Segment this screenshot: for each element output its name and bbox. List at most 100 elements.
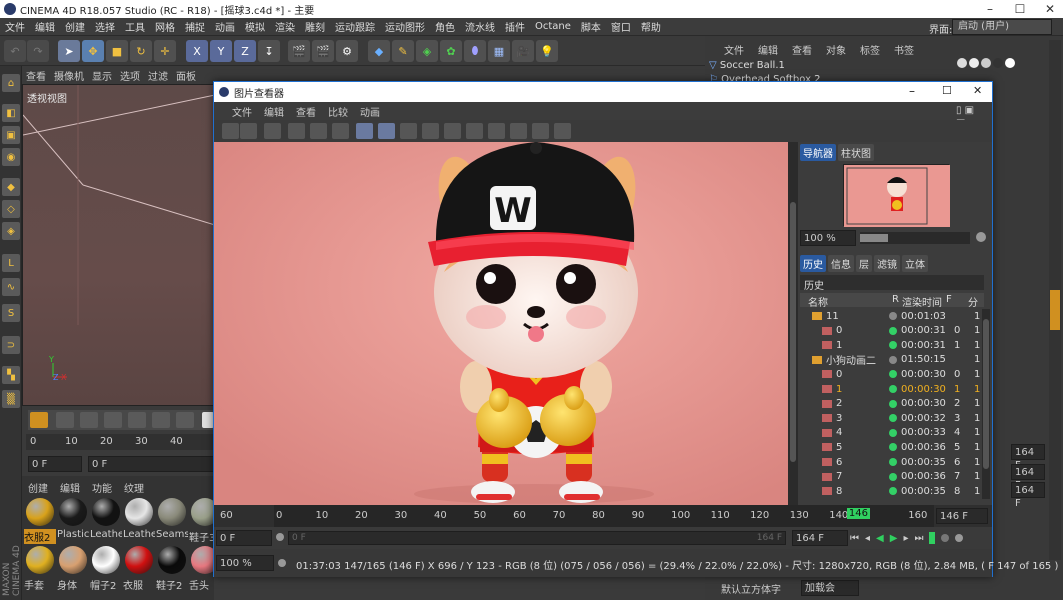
pv-end-frame-field[interactable]: 164 F <box>792 530 848 546</box>
history-tab[interactable]: 滤镜 <box>874 255 900 272</box>
object-menu-item[interactable]: 标签 <box>853 42 887 57</box>
zoom-slider[interactable] <box>860 232 970 244</box>
material-tag-icon[interactable] <box>969 58 979 68</box>
next-key-icon[interactable]: ▸ <box>903 533 908 544</box>
menu-item-16[interactable]: Octane <box>530 21 576 32</box>
maximize-icon[interactable]: ☐ <box>1005 0 1035 18</box>
a-icon[interactable] <box>466 123 483 139</box>
close-icon[interactable]: ✕ <box>1035 0 1063 18</box>
menu-item-14[interactable]: 流水线 <box>460 19 500 34</box>
pv-menu-item[interactable]: 动画 <box>354 104 386 119</box>
pv-minimize-icon[interactable]: – <box>909 84 915 98</box>
pv-close-icon[interactable]: ✕ <box>973 84 982 97</box>
previous-key-icon[interactable]: ◂ <box>865 533 870 544</box>
rotate-icon[interactable]: ↻ <box>130 40 152 62</box>
material-tag-icon[interactable] <box>1005 58 1015 68</box>
menu-item-8[interactable]: 模拟 <box>240 19 270 34</box>
minimize-icon[interactable]: – <box>975 0 1005 18</box>
end-frame-field[interactable]: 164 F <box>1011 444 1045 471</box>
copy-icon[interactable] <box>264 123 281 139</box>
object-menu-item[interactable]: 查看 <box>785 42 819 57</box>
menu-item-18[interactable]: 窗口 <box>606 19 636 34</box>
viewport-menu-item[interactable]: 选项 <box>116 68 144 83</box>
array-icon[interactable]: ✿ <box>440 40 462 62</box>
ruler-end-field[interactable]: 146 F <box>936 508 988 524</box>
material-swatch[interactable] <box>92 498 120 526</box>
compare-b-icon[interactable] <box>532 123 549 139</box>
object-menu-item[interactable]: 编辑 <box>751 42 785 57</box>
menu-item-12[interactable]: 运动图形 <box>380 19 430 34</box>
ab-compare-icon[interactable] <box>310 123 327 139</box>
texture-mode-icon[interactable]: ▣ <box>2 126 20 144</box>
max-frame-field[interactable]: 164 F <box>1011 482 1045 509</box>
x-axis-icon[interactable]: X <box>186 40 208 62</box>
frame-range-slider[interactable]: 0 F <box>88 456 214 472</box>
load-select[interactable]: 加载会 <box>801 580 859 596</box>
key-select-icon[interactable] <box>104 412 122 428</box>
pv-zoom-field[interactable]: 100 % <box>216 555 274 571</box>
deformer-icon[interactable]: ⬮ <box>464 40 486 62</box>
y-axis-icon[interactable]: Y <box>210 40 232 62</box>
history-row[interactable]: 小狗动画二 01:50:15 1 <box>802 353 980 367</box>
key-rotation-icon[interactable] <box>152 412 170 428</box>
keyframe-icon[interactable] <box>30 412 48 428</box>
b-icon[interactable] <box>488 123 505 139</box>
pv-maximize-icon[interactable]: ☐ <box>942 84 952 97</box>
sound-icon[interactable] <box>941 534 950 542</box>
pen-icon[interactable]: ✎ <box>392 40 414 62</box>
menu-item-5[interactable]: 网格 <box>150 19 180 34</box>
pv-frame-ruler[interactable]: 60 0 10 20 30 40 50 60 70 80 90 100 110 120 130 140 160 1… <box>214 505 992 527</box>
snap-icon[interactable]: S <box>2 304 20 322</box>
coordinate-icon[interactable]: ↧ <box>258 40 280 62</box>
swap-icon[interactable] <box>332 123 349 139</box>
menu-item-7[interactable]: 动画 <box>210 19 240 34</box>
timeline-ruler[interactable]: 0 10 20 30 40 <box>26 434 214 450</box>
tweak-icon[interactable]: ∿ <box>2 278 20 296</box>
select-icon[interactable]: ➤ <box>58 40 80 62</box>
scale-icon[interactable]: ■ <box>106 40 128 62</box>
menu-item-17[interactable]: 脚本 <box>576 19 606 34</box>
perspective-viewport[interactable]: 透视视图 Y Z X <box>22 84 215 406</box>
navigator-thumbnail[interactable] <box>843 164 950 227</box>
menu-item-4[interactable]: 工具 <box>120 19 150 34</box>
history-row[interactable]: 8 00:00:35 8 1 <box>802 484 980 498</box>
render-view-icon[interactable]: 🎬 <box>288 40 310 62</box>
undo-icon[interactable]: ↶ <box>4 40 26 62</box>
history-row[interactable]: 2 00:00:30 2 1 <box>802 397 980 411</box>
material-menu-item[interactable]: 功能 <box>86 480 118 495</box>
material-tag-icon[interactable] <box>993 58 1003 68</box>
material-swatch[interactable] <box>59 546 87 574</box>
render-picture-viewer-icon[interactable]: 🎬 <box>312 40 334 62</box>
history-tab[interactable]: 信息 <box>828 255 854 272</box>
material-swatch[interactable] <box>92 546 120 574</box>
lock-icon[interactable]: ▚ <box>2 366 20 384</box>
history-row[interactable]: 1 00:00:30 1 1 <box>802 382 980 396</box>
layout-select[interactable]: 启动 (用户) <box>952 19 1052 35</box>
floor-icon[interactable]: ▦ <box>488 40 510 62</box>
material-swatch[interactable] <box>26 546 54 574</box>
zoom-slider-handle-icon[interactable] <box>976 232 986 242</box>
render-settings-icon[interactable]: ⚙ <box>336 40 358 62</box>
key-position-icon[interactable] <box>128 412 146 428</box>
menu-item-3[interactable]: 选择 <box>90 19 120 34</box>
subdivision-icon[interactable]: ◈ <box>416 40 438 62</box>
history-scrollbar[interactable] <box>982 309 990 499</box>
history-row[interactable]: 7 00:00:36 7 1 <box>802 470 980 484</box>
menu-item-19[interactable]: 帮助 <box>636 19 666 34</box>
auto-key-icon[interactable] <box>80 412 98 428</box>
start-frame-toggle-icon[interactable] <box>276 533 284 541</box>
pv-start-frame-field[interactable]: 0 F <box>216 530 272 546</box>
history-row[interactable]: 5 00:00:36 5 1 <box>802 440 980 454</box>
render-region-icon[interactable] <box>288 123 305 139</box>
material-tag-icon[interactable] <box>957 58 967 68</box>
material-swatch[interactable] <box>59 498 87 526</box>
camera-icon[interactable]: 🎥 <box>512 40 534 62</box>
record-icon[interactable] <box>56 412 74 428</box>
pv-menu-item[interactable]: 文件 <box>226 104 258 119</box>
axis-icon[interactable]: L <box>2 254 20 272</box>
transform-icon[interactable]: ✛ <box>154 40 176 62</box>
split-icon[interactable] <box>554 123 571 139</box>
material-menu-item[interactable]: 编辑 <box>54 480 86 495</box>
menu-item-13[interactable]: 角色 <box>430 19 460 34</box>
history-row[interactable]: 0 00:00:30 0 1 <box>802 367 980 381</box>
